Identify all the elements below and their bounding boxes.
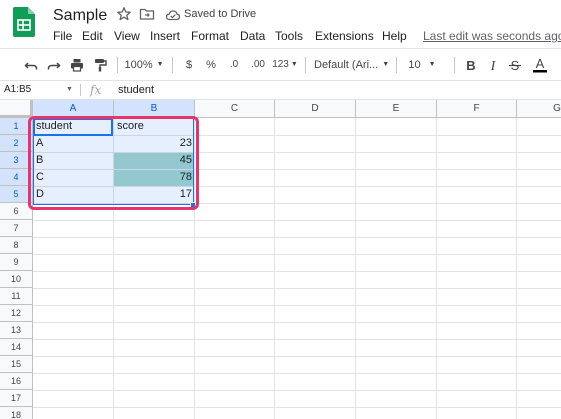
- percent-button[interactable]: %: [203, 49, 219, 80]
- row-header-11[interactable]: 11: [0, 288, 33, 305]
- title-bar: Sample Saved to Drive File Edit View Ins…: [0, 0, 561, 48]
- row-header-13[interactable]: 13: [0, 322, 33, 339]
- fx-icon: fx: [90, 83, 102, 97]
- column-header-d[interactable]: D: [275, 100, 356, 118]
- row-header-15[interactable]: 15: [0, 356, 33, 373]
- cloud-done-icon[interactable]: [165, 7, 181, 23]
- paint-format-button[interactable]: [89, 49, 111, 80]
- increase-decimal-button[interactable]: .00: [247, 49, 269, 80]
- formula-input[interactable]: student: [118, 81, 154, 99]
- column-header-g[interactable]: G: [517, 100, 561, 118]
- redo-icon: [47, 61, 61, 69]
- spreadsheet-grid[interactable]: A B C D E F G 1 2 3 4 5 6 7 8 9 10 11 12…: [0, 100, 561, 419]
- text-color-button[interactable]: A: [529, 49, 551, 80]
- menu-format[interactable]: Format: [191, 29, 229, 43]
- undo-icon: [24, 61, 38, 69]
- decrease-decimal-button[interactable]: .0: [225, 49, 243, 80]
- italic-button[interactable]: I: [484, 49, 502, 80]
- menu-data[interactable]: Data: [240, 29, 265, 43]
- percent-label: %: [206, 58, 216, 71]
- currency-label: $: [185, 58, 193, 71]
- move-folder-icon[interactable]: [139, 6, 155, 22]
- formula-bar: A1:B5 ▼ fx student: [0, 80, 561, 100]
- chevron-down-icon: ▼: [290, 61, 298, 68]
- menu-file[interactable]: File: [53, 29, 72, 43]
- row-header-16[interactable]: 16: [0, 373, 33, 390]
- font-size-value: 10: [408, 58, 421, 71]
- menu-help[interactable]: Help: [382, 29, 407, 43]
- italic-icon: I: [490, 59, 497, 72]
- last-edit-link[interactable]: Last edit was seconds ago: [423, 29, 561, 43]
- row-header-10[interactable]: 10: [0, 271, 33, 288]
- print-icon: [71, 58, 83, 72]
- chevron-down-icon[interactable]: ▼: [66, 81, 73, 99]
- font-select[interactable]: Default (Ari... ▼: [314, 49, 390, 80]
- toolbar: 100% ▼ $ % .0 .00 123 ▼ Default (Ari... ▼ 1…: [0, 48, 561, 80]
- bold-button[interactable]: B: [462, 49, 480, 80]
- menu-extensions[interactable]: Extensions: [315, 29, 374, 43]
- row-header-7[interactable]: 7: [0, 220, 33, 237]
- menu-view[interactable]: View: [114, 29, 140, 43]
- chevron-down-icon: ▼: [382, 61, 390, 68]
- font-size-select[interactable]: 10 ▼: [404, 49, 440, 80]
- row-header-9[interactable]: 9: [0, 254, 33, 271]
- text-color-icon: A: [533, 56, 547, 72]
- zoom-select[interactable]: 100% ▼: [124, 49, 164, 80]
- strikethrough-button[interactable]: S: [506, 49, 524, 80]
- chevron-down-icon: ▼: [428, 61, 436, 68]
- increase-decimal-label: .00: [251, 59, 265, 70]
- row-header-18[interactable]: 18: [0, 407, 33, 419]
- svg-text:I: I: [490, 59, 497, 72]
- font-name: Default (Ari...: [314, 58, 379, 71]
- document-title[interactable]: Sample: [53, 7, 107, 25]
- zoom-value: 100%: [124, 58, 153, 71]
- more-formats-label: 123: [272, 59, 289, 70]
- decrease-decimal-label: .0: [229, 59, 239, 70]
- row-header-12[interactable]: 12: [0, 305, 33, 322]
- menu-edit[interactable]: Edit: [82, 29, 103, 43]
- menu-tools[interactable]: Tools: [275, 29, 303, 43]
- bold-icon: B: [466, 58, 475, 72]
- save-status: Saved to Drive: [184, 8, 257, 20]
- svg-text:B: B: [466, 58, 475, 72]
- annotation-highlight-box: [28, 116, 199, 210]
- chevron-down-icon: ▼: [156, 61, 164, 68]
- column-header-e[interactable]: E: [356, 100, 437, 118]
- svg-text:A: A: [536, 56, 545, 71]
- column-header-c[interactable]: C: [195, 100, 275, 118]
- sheets-logo-icon[interactable]: [13, 7, 35, 37]
- print-button[interactable]: [66, 49, 88, 80]
- column-header-f[interactable]: F: [437, 100, 517, 118]
- row-header-8[interactable]: 8: [0, 237, 33, 254]
- undo-button[interactable]: [20, 49, 42, 80]
- redo-button[interactable]: [43, 49, 65, 80]
- currency-button[interactable]: $: [181, 49, 197, 80]
- star-icon[interactable]: [116, 6, 132, 22]
- strikethrough-icon: S: [509, 58, 521, 72]
- menu-insert[interactable]: Insert: [150, 29, 180, 43]
- more-formats-button[interactable]: 123 ▼: [271, 49, 299, 80]
- select-all-corner[interactable]: [0, 100, 33, 118]
- row-header-14[interactable]: 14: [0, 339, 33, 356]
- paint-format-icon: [95, 58, 107, 71]
- row-header-17[interactable]: 17: [0, 390, 33, 407]
